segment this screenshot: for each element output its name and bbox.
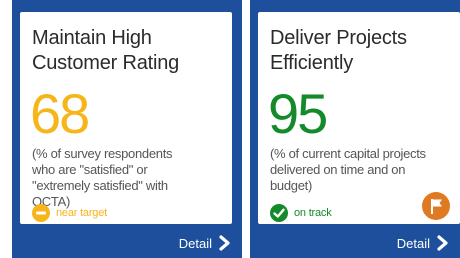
- detail-link[interactable]: Detail: [179, 235, 232, 251]
- kpi-status: on track: [270, 204, 332, 222]
- kpi-status-label: near target: [56, 207, 108, 219]
- detail-link-label: Detail: [178, 235, 212, 251]
- kpi-description: (% of survey respondents who are "satisf…: [32, 146, 173, 210]
- kpi-title-line-2: Efficiently: [270, 52, 354, 74]
- minus-circle-icon: [32, 204, 50, 222]
- kpi-description-line: "extremely satisfied" with: [32, 178, 168, 193]
- flag-icon[interactable]: [422, 192, 450, 220]
- scorecard-strip: Maintain High Customer Rating 68 (% of s…: [0, 0, 460, 258]
- kpi-description-line: delivered on time and on: [270, 162, 406, 177]
- kpi-value: 95: [268, 82, 328, 145]
- kpi-title: Maintain High Customer Rating: [32, 26, 179, 76]
- kpi-value: 68: [30, 82, 90, 145]
- kpi-description-line: who are "satisfied" or: [32, 162, 148, 177]
- kpi-description-line: (% of survey respondents: [32, 146, 173, 161]
- kpi-description-line: budget): [270, 178, 312, 193]
- kpi-description: (% of current capital projects delivered…: [270, 146, 426, 194]
- kpi-title-line-1: Maintain High: [32, 27, 152, 49]
- kpi-title: Deliver Projects Efficiently: [270, 26, 407, 76]
- kpi-status-label: on track: [294, 207, 332, 219]
- detail-link-label: Detail: [396, 235, 430, 251]
- kpi-description-line: (% of current capital projects: [270, 146, 426, 161]
- check-circle-icon: [270, 204, 288, 222]
- kpi-card-customer-rating: Maintain High Customer Rating 68 (% of s…: [12, 0, 242, 258]
- chevron-right-icon: [436, 235, 450, 251]
- kpi-status: near target: [32, 204, 107, 222]
- kpi-title-line-2: Customer Rating: [32, 52, 180, 74]
- kpi-card-deliver-projects: Deliver Projects Efficiently 95 (% of cu…: [250, 0, 460, 258]
- kpi-card-panel: Maintain High Customer Rating 68 (% of s…: [20, 12, 232, 224]
- chevron-right-icon: [218, 235, 232, 251]
- kpi-card-panel: Deliver Projects Efficiently 95 (% of cu…: [258, 12, 460, 224]
- kpi-title-line-1: Deliver Projects: [270, 27, 407, 49]
- detail-link[interactable]: Detail: [397, 235, 450, 251]
